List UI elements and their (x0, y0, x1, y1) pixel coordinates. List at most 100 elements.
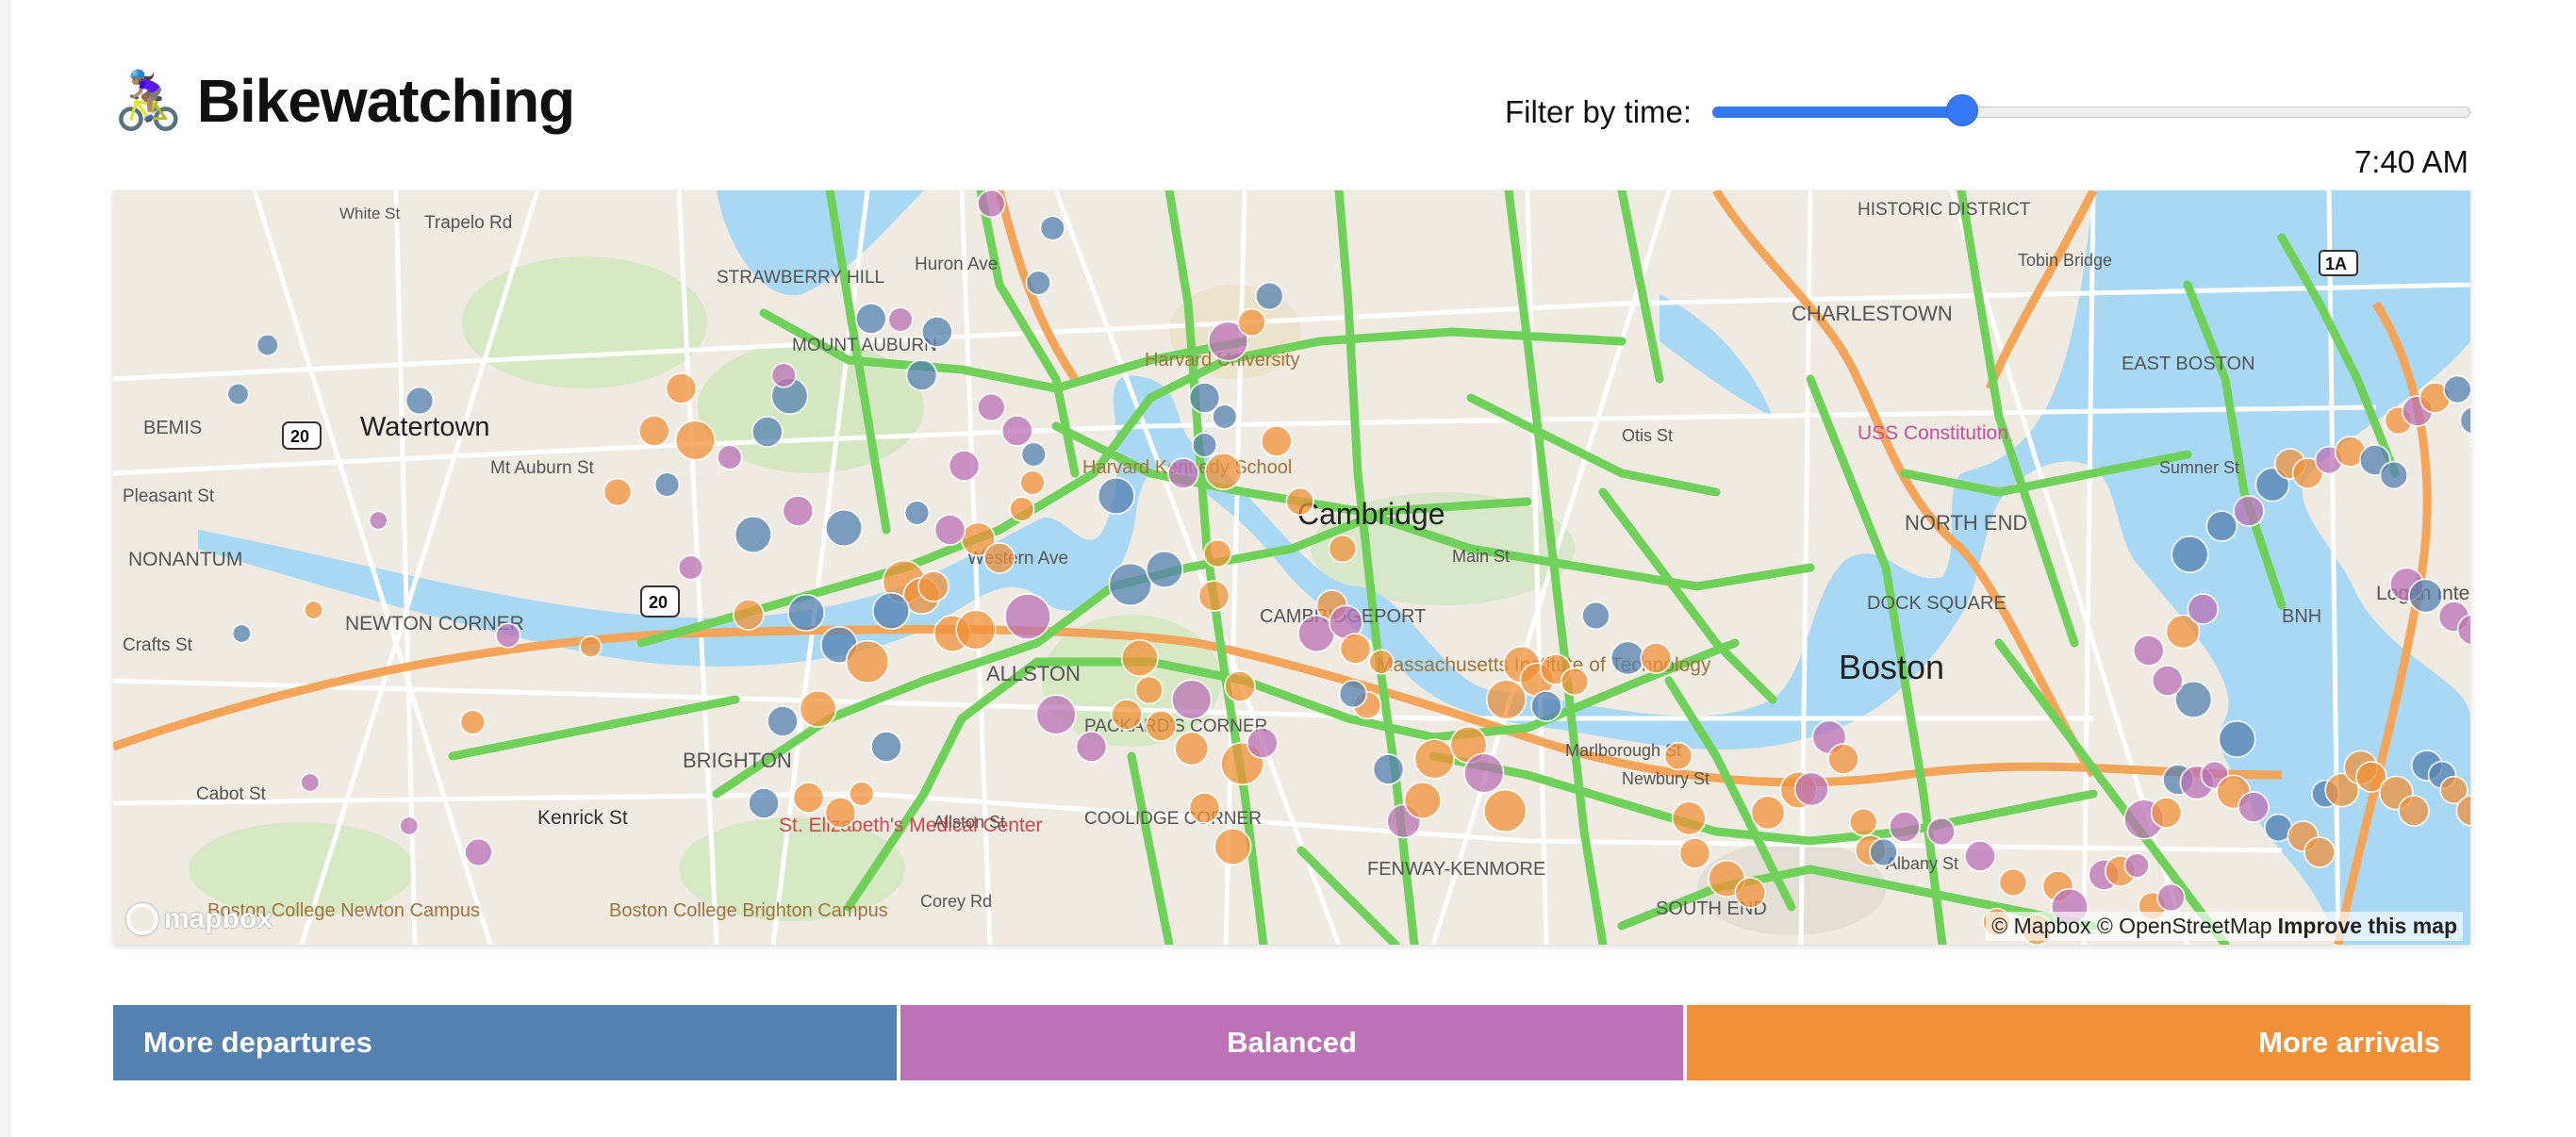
station-marker-balanced[interactable] (948, 450, 981, 482)
station-marker-balanced[interactable] (464, 837, 493, 867)
station-marker-balanced[interactable] (1075, 731, 1108, 763)
station-marker-arrivals[interactable] (1640, 642, 1673, 674)
station-marker-arrivals[interactable] (1285, 486, 1314, 517)
station-marker-departures[interactable] (231, 623, 252, 644)
station-marker-balanced[interactable] (1889, 811, 1921, 843)
station-marker-balanced[interactable] (1964, 840, 1996, 872)
station-marker-balanced[interactable] (887, 306, 914, 333)
station-marker-departures[interactable] (1039, 215, 1065, 241)
station-marker-arrivals[interactable] (1261, 425, 1293, 457)
station-marker-arrivals[interactable] (1734, 877, 1767, 909)
station-marker-departures[interactable] (1020, 441, 1047, 468)
station-marker-arrivals[interactable] (917, 570, 949, 602)
station-marker-arrivals[interactable] (1197, 580, 1230, 612)
station-marker-arrivals[interactable] (459, 709, 486, 735)
station-marker-departures[interactable] (748, 787, 780, 819)
station-marker-arrivals[interactable] (733, 599, 765, 631)
station-marker-arrivals[interactable] (1214, 828, 1252, 865)
station-marker-departures[interactable] (1530, 690, 1562, 722)
station-marker-arrivals[interactable] (1339, 633, 1372, 665)
station-marker-balanced[interactable] (1001, 415, 1033, 447)
station-marker-arrivals[interactable] (1203, 538, 1232, 568)
station-marker-balanced[interactable] (1035, 694, 1077, 735)
station-marker-departures[interactable] (405, 386, 435, 416)
station-marker-balanced[interactable] (977, 190, 1006, 219)
station-marker-arrivals[interactable] (1849, 807, 1878, 837)
time-slider[interactable] (1712, 95, 2471, 125)
station-marker-departures[interactable] (1097, 477, 1135, 515)
station-marker-arrivals[interactable] (1134, 675, 1164, 705)
station-marker-arrivals[interactable] (1224, 670, 1256, 702)
station-marker-arrivals[interactable] (845, 639, 890, 684)
station-marker-balanced[interactable] (1171, 679, 1213, 720)
station-marker-departures[interactable] (2218, 720, 2256, 758)
station-marker-balanced[interactable] (1247, 727, 1279, 759)
station-marker-departures[interactable] (1108, 562, 1152, 607)
station-marker-balanced[interactable] (2237, 791, 2270, 823)
station-marker-balanced[interactable] (977, 392, 1006, 422)
map[interactable]: Watertown BEMIS NONANTUM NEWTON CORNER P… (113, 190, 2470, 945)
station-marker-balanced[interactable] (300, 772, 321, 793)
station-marker-arrivals[interactable] (799, 690, 837, 728)
station-marker-arrivals[interactable] (1009, 496, 1035, 522)
station-marker-balanced[interactable] (1167, 457, 1199, 489)
station-marker-balanced[interactable] (1463, 752, 1505, 794)
station-marker-arrivals[interactable] (579, 635, 603, 658)
station-marker-arrivals[interactable] (1237, 307, 1266, 338)
station-marker-arrivals[interactable] (1560, 667, 1590, 697)
station-marker-balanced[interactable] (782, 495, 815, 527)
station-marker-departures[interactable] (903, 500, 931, 526)
station-marker-arrivals[interactable] (2304, 836, 2336, 868)
station-marker-arrivals[interactable] (304, 600, 323, 620)
station-marker-departures[interactable] (2379, 460, 2408, 490)
improve-map-link[interactable]: Improve this map (2278, 914, 2457, 938)
station-marker-arrivals[interactable] (1174, 731, 1210, 766)
station-marker-arrivals[interactable] (1145, 710, 1178, 742)
station-marker-departures[interactable] (751, 416, 784, 448)
station-marker-arrivals[interactable] (1671, 800, 1707, 836)
station-marker-departures[interactable] (872, 592, 910, 630)
station-marker-departures[interactable] (767, 705, 799, 737)
station-marker-departures[interactable] (787, 594, 825, 632)
station-marker-departures[interactable] (870, 731, 902, 763)
station-marker-departures[interactable] (256, 334, 279, 356)
station-marker-arrivals[interactable] (1413, 738, 1455, 780)
station-marker-departures[interactable] (1212, 404, 1238, 430)
station-marker-balanced[interactable] (2233, 495, 2265, 527)
station-marker-balanced[interactable] (717, 444, 743, 470)
station-marker-departures[interactable] (1869, 837, 1898, 867)
station-marker-balanced[interactable] (2187, 593, 2220, 625)
station-marker-balanced[interactable] (677, 554, 704, 581)
station-marker-departures[interactable] (1025, 270, 1051, 296)
station-marker-departures[interactable] (1338, 679, 1368, 709)
station-marker-arrivals[interactable] (1403, 782, 1442, 819)
map-canvas[interactable]: Watertown BEMIS NONANTUM NEWTON CORNER P… (113, 190, 2470, 945)
station-marker-arrivals[interactable] (824, 797, 857, 829)
station-marker-arrivals[interactable] (1483, 788, 1527, 833)
station-marker-arrivals[interactable] (603, 477, 633, 507)
station-marker-arrivals[interactable] (955, 609, 997, 651)
station-marker-balanced[interactable] (2133, 634, 2165, 667)
station-marker-departures[interactable] (1372, 753, 1405, 785)
station-marker-balanced[interactable] (770, 362, 797, 388)
station-marker-departures[interactable] (825, 509, 863, 547)
station-marker-balanced[interactable] (1926, 816, 1956, 847)
station-marker-departures[interactable] (226, 383, 250, 405)
station-marker-arrivals[interactable] (1328, 534, 1357, 564)
station-marker-departures[interactable] (2408, 578, 2443, 614)
station-marker-arrivals[interactable] (1998, 867, 2028, 898)
station-marker-balanced[interactable] (1004, 593, 1051, 640)
station-marker-departures[interactable] (2443, 374, 2470, 404)
station-marker-balanced[interactable] (2123, 852, 2150, 879)
station-marker-departures[interactable] (1146, 551, 1183, 588)
station-marker-departures[interactable] (1255, 281, 1284, 311)
station-marker-arrivals[interactable] (1678, 837, 1711, 869)
station-marker-balanced[interactable] (2152, 665, 2184, 697)
station-marker-balanced[interactable] (399, 816, 420, 836)
station-marker-balanced[interactable] (368, 510, 388, 531)
station-marker-arrivals[interactable] (1368, 649, 1395, 675)
station-marker-arrivals[interactable] (1188, 792, 1221, 824)
station-marker-arrivals[interactable] (1663, 741, 1693, 771)
station-marker-departures[interactable] (1191, 432, 1218, 458)
slider-thumb[interactable] (1947, 95, 1978, 125)
